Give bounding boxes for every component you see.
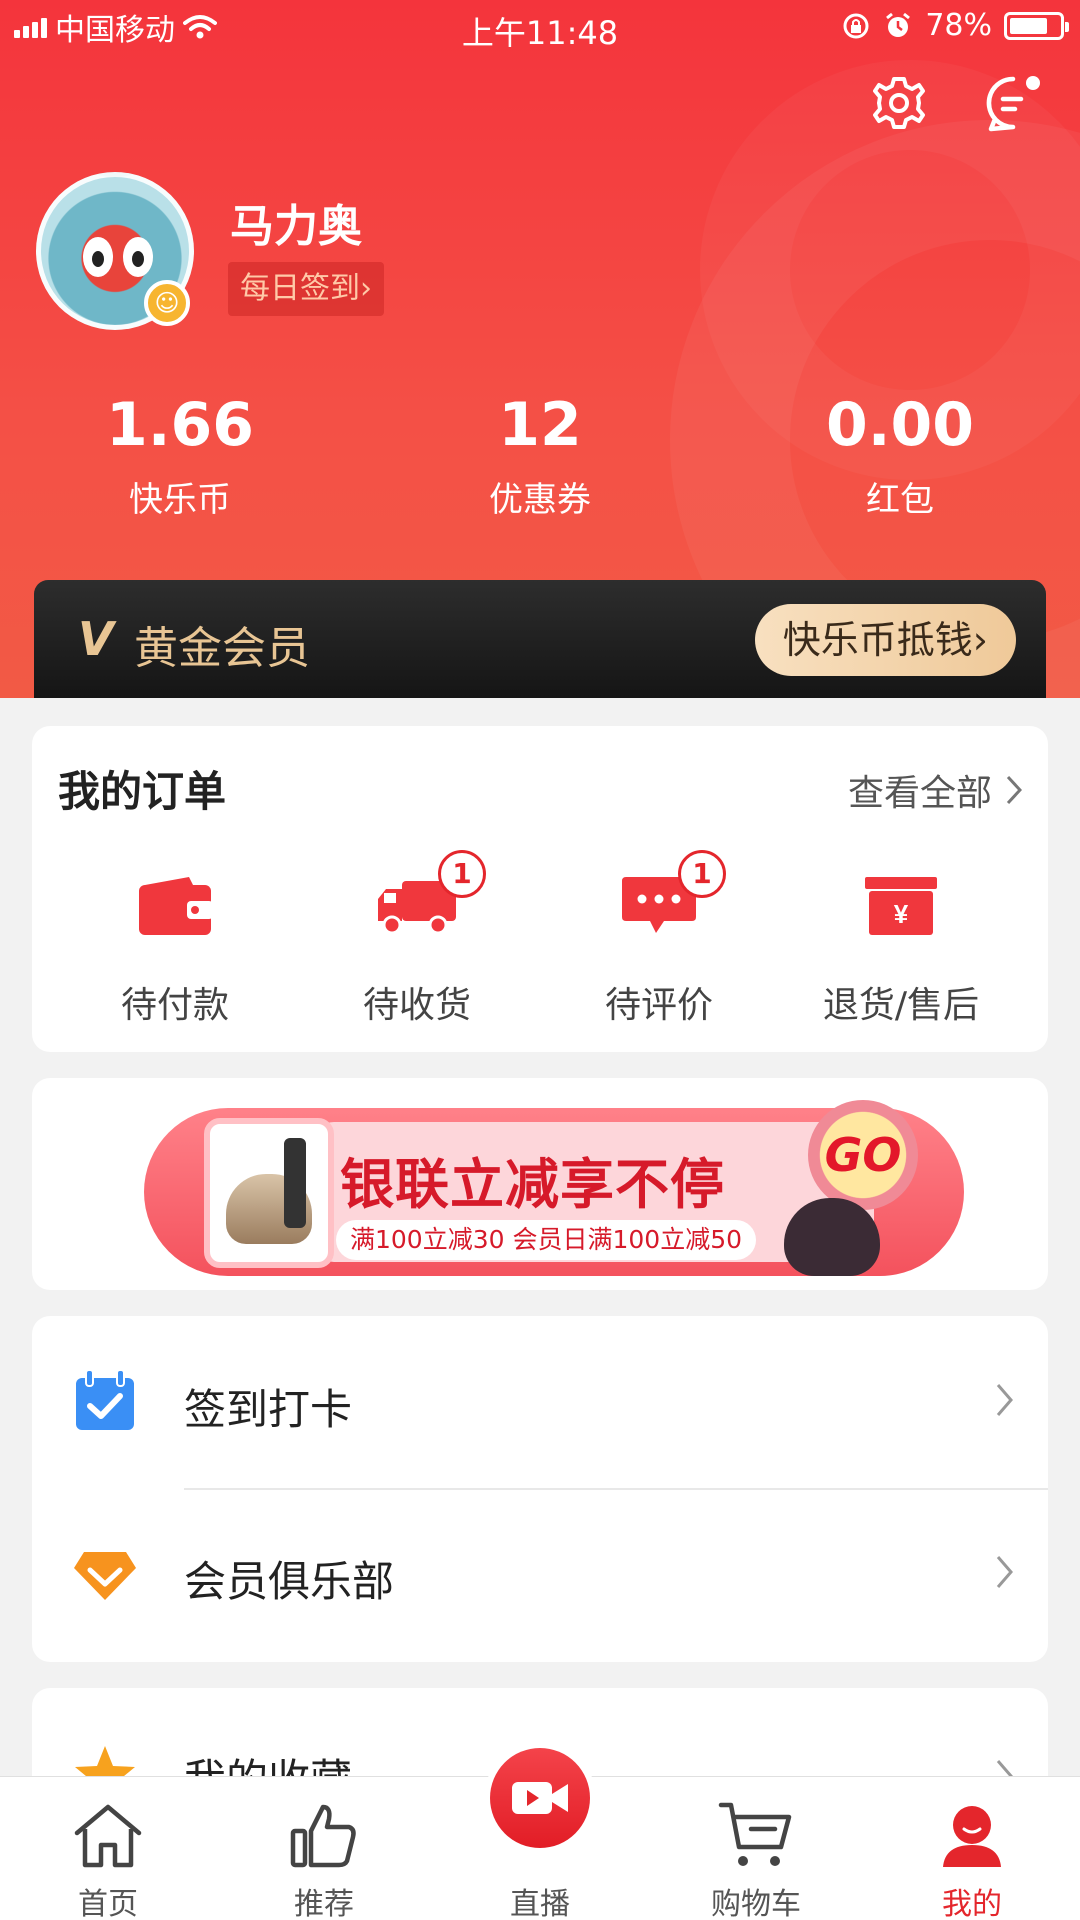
tab-label: 推荐 <box>294 1887 354 1920</box>
menu-label: 会员俱乐部 <box>184 1557 395 1606</box>
promo-graphic: 银联立减享不停 满100立减30 会员日满100立减50 GO <box>144 1100 964 1276</box>
chevron-right-icon <box>1006 775 1022 805</box>
messages-button[interactable] <box>978 68 1048 138</box>
vip-title: 黄金会员 <box>134 623 310 674</box>
view-all-orders-link[interactable]: 查看全部 <box>848 764 1022 816</box>
smiley-badge-icon: ☺ <box>144 280 190 326</box>
video-camera-icon <box>512 1782 568 1814</box>
order-count-badge: 1 <box>438 850 486 898</box>
tab-me[interactable]: 我的 <box>864 1777 1080 1920</box>
battery-icon <box>1004 11 1069 40</box>
svg-text:¥: ¥ <box>894 899 909 929</box>
order-label: 退货/售后 <box>822 985 980 1026</box>
vip-banner[interactable]: V 黄金会员 快乐币抵钱› <box>34 580 1046 698</box>
order-pending-payment[interactable]: 待付款 <box>54 866 296 1028</box>
order-label: 待收货 <box>362 985 471 1026</box>
review-count-badge: 1 <box>678 850 726 898</box>
stat-label: 红包 <box>866 480 934 520</box>
view-all-label: 查看全部 <box>847 773 992 814</box>
daily-signin-button[interactable]: 每日签到› <box>228 262 384 316</box>
tab-label: 我的 <box>942 1887 1002 1920</box>
rice-cooker-image <box>204 1118 334 1268</box>
tab-label: 首页 <box>78 1887 138 1920</box>
promo-title: 银联立减享不停 <box>340 1153 725 1216</box>
tab-home[interactable]: 首页 <box>0 1777 216 1920</box>
menu-item-checkin[interactable]: 签到打卡 <box>32 1316 1048 1490</box>
gear-icon <box>873 77 925 129</box>
refund-box-icon: ¥ <box>865 877 937 935</box>
username: 马力奥 <box>230 201 362 252</box>
order-pending-delivery[interactable]: 1 待收货 <box>296 850 538 1028</box>
alarm-icon <box>886 12 911 37</box>
status-bar: 中国移动 上午11:48 78% <box>0 0 1080 54</box>
promo-banner[interactable]: 银联立减享不停 满100立减30 会员日满100立减50 GO <box>32 1078 1048 1290</box>
user-icon <box>943 1806 1001 1867</box>
battery-percent: 78% <box>925 8 992 43</box>
tab-cart[interactable]: 购物车 <box>648 1777 864 1920</box>
wallet-icon <box>139 877 213 935</box>
menu-list: 签到打卡 会员俱乐部 <box>32 1316 1048 1662</box>
promo-subtitle: 满100立减30 会员日满100立减50 <box>336 1220 757 1260</box>
tab-label: 购物车 <box>711 1887 801 1920</box>
coins-redeem-button[interactable]: 快乐币抵钱› <box>754 604 1016 676</box>
chevron-right-icon <box>996 1384 1013 1416</box>
order-label: 待付款 <box>120 985 229 1026</box>
stat-value: 12 <box>498 390 582 460</box>
orders-card: 我的订单 查看全部 待付款 1 待收货 1 待评价 ¥ 退货/售后 <box>32 726 1048 1052</box>
stat-label: 快乐币 <box>129 480 231 520</box>
stat-value: 0.00 <box>825 390 975 460</box>
chat-bubble-icon <box>986 76 1040 132</box>
diamond-icon <box>74 1552 136 1600</box>
account-stats: 1.66 快乐币 12 优惠券 0.00 红包 <box>0 390 1080 521</box>
stat-coins[interactable]: 1.66 快乐币 <box>0 390 360 521</box>
order-label: 待评价 <box>604 985 713 1026</box>
thumbs-up-icon <box>290 1804 356 1868</box>
menu-label: 签到打卡 <box>184 1385 353 1434</box>
stat-value: 1.66 <box>105 390 255 460</box>
tab-recommend[interactable]: 推荐 <box>216 1777 432 1920</box>
chevron-right-icon <box>996 1556 1013 1588</box>
cat-mascot-image <box>784 1198 880 1276</box>
calendar-check-icon <box>76 1369 134 1430</box>
vip-logo-icon: V <box>78 612 114 666</box>
order-returns[interactable]: ¥ 退货/售后 <box>780 866 1022 1028</box>
tab-label: 直播 <box>510 1887 570 1920</box>
rotation-lock-icon <box>843 13 869 38</box>
settings-button[interactable] <box>864 68 934 138</box>
menu-item-member-club[interactable]: 会员俱乐部 <box>32 1488 1048 1660</box>
stat-label: 优惠券 <box>489 480 591 520</box>
profile-header: 中国移动 上午11:48 78% ☺ 马力奥 每日签到› 1.66 快乐币 12… <box>0 0 1080 698</box>
orders-title: 我的订单 <box>58 767 227 816</box>
stat-coupons[interactable]: 12 优惠券 <box>360 390 720 521</box>
order-pending-review[interactable]: 1 待评价 <box>538 850 780 1028</box>
stat-red-packets[interactable]: 0.00 红包 <box>720 390 1080 521</box>
live-button[interactable] <box>484 1742 596 1854</box>
home-icon <box>74 1804 142 1868</box>
go-badge: GO <box>808 1100 918 1210</box>
cart-icon <box>718 1802 792 1866</box>
